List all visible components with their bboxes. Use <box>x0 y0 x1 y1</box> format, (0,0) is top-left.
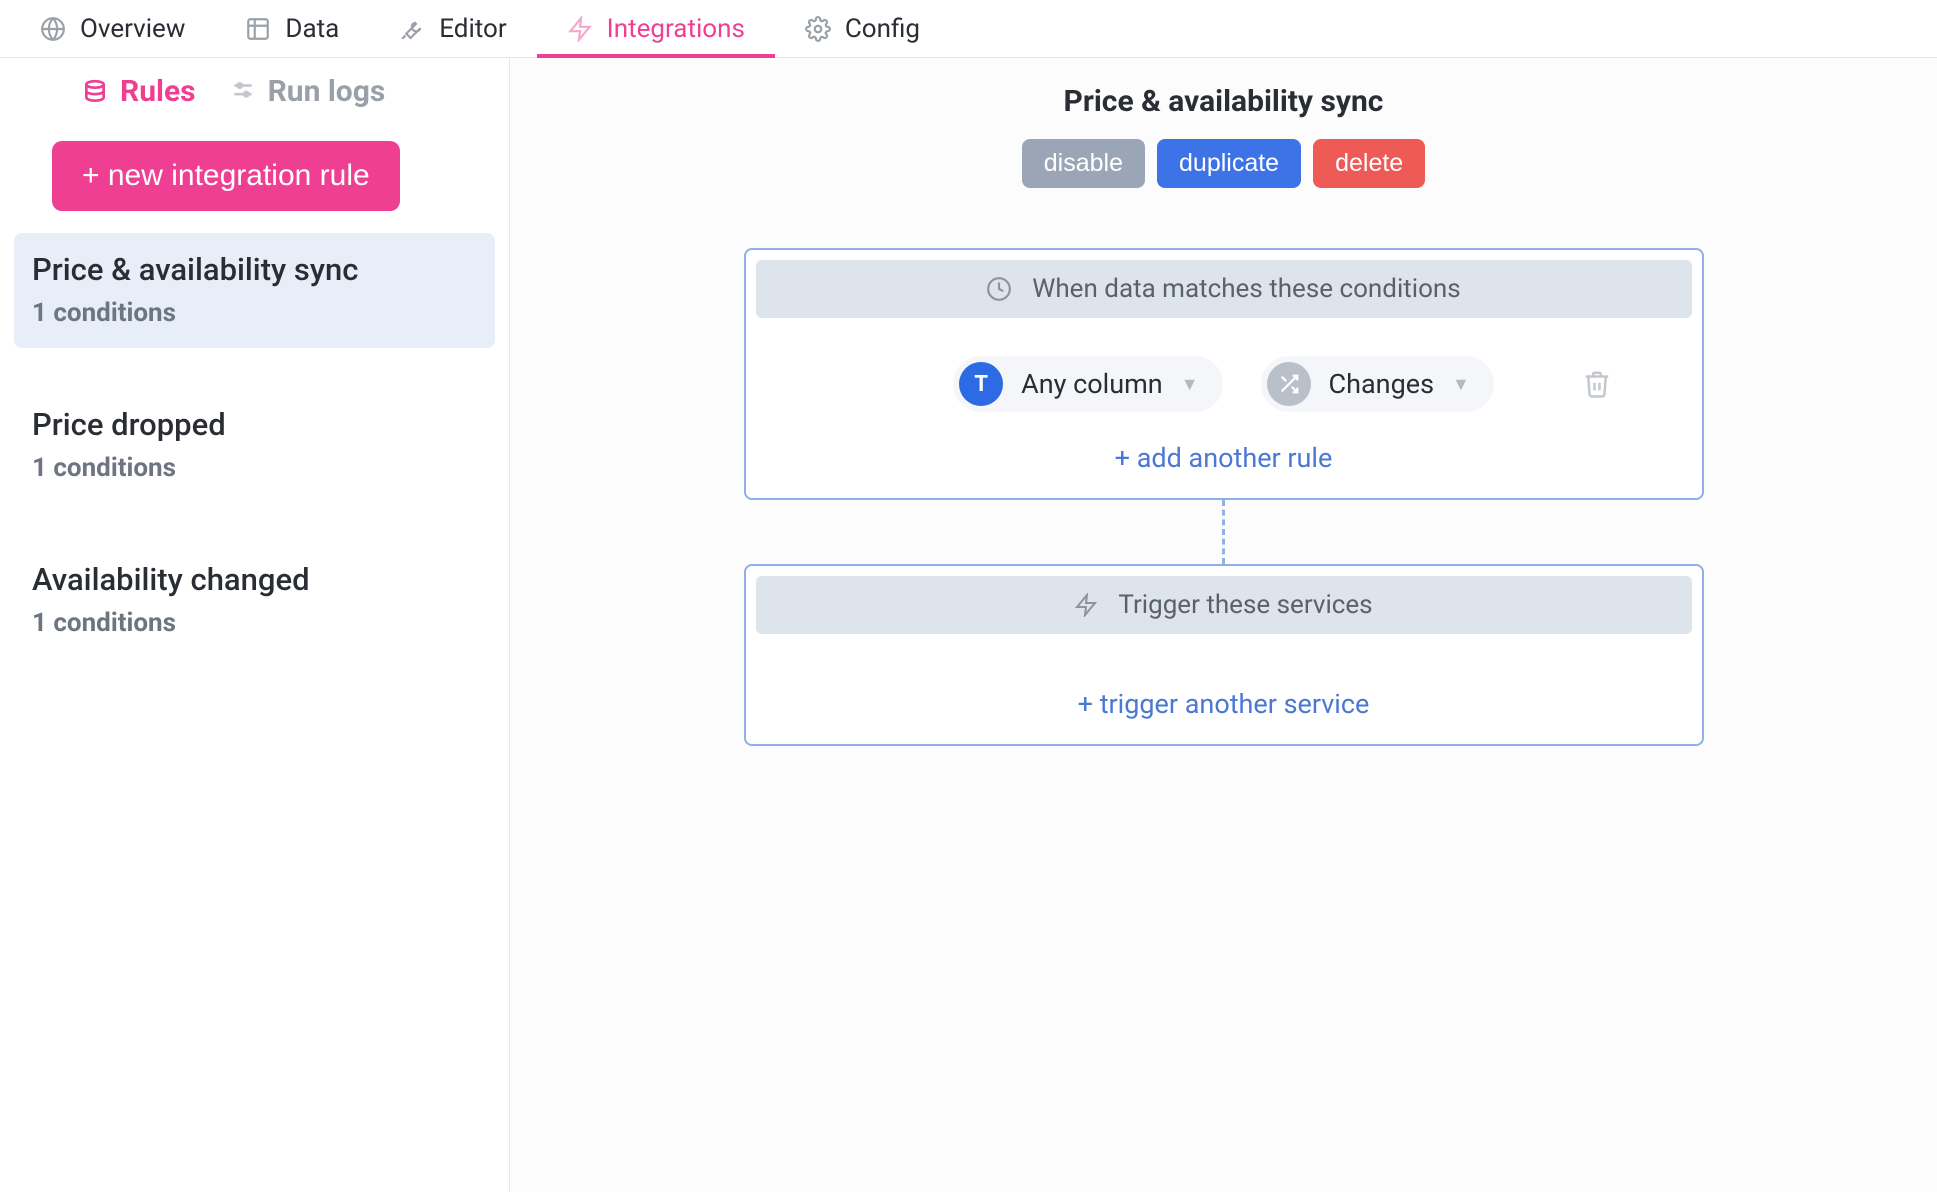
page-title: Price & availability sync <box>1064 84 1384 119</box>
condition-column-dropdown[interactable]: T Any column ▼ <box>953 356 1222 412</box>
delete-button[interactable]: delete <box>1313 139 1425 188</box>
shuffle-icon <box>1267 362 1311 406</box>
main-panel: Price & availability sync disable duplic… <box>510 58 1937 1192</box>
subtab-runlogs[interactable]: Run logs <box>230 74 386 109</box>
tools-icon <box>399 16 425 42</box>
triggers-header-text: Trigger these services <box>1118 590 1372 620</box>
conditions-header-text: When data matches these conditions <box>1032 274 1460 304</box>
add-another-rule-link[interactable]: + add another rule <box>756 442 1692 474</box>
new-integration-rule-button[interactable]: + new integration rule <box>52 141 400 211</box>
tab-label: Overview <box>80 14 185 44</box>
rule-item-subtitle: 1 conditions <box>32 608 477 638</box>
duplicate-button[interactable]: duplicate <box>1157 139 1301 188</box>
top-tab-bar: Overview Data Editor Integrations <box>0 0 1937 58</box>
card-connector <box>1222 500 1225 564</box>
tab-label: Integrations <box>607 14 745 44</box>
sidebar-subtabs: Rules Run logs <box>14 68 495 127</box>
conditions-header: When data matches these conditions <box>756 260 1692 318</box>
text-type-icon: T <box>959 362 1003 406</box>
rule-item-title: Availability changed <box>32 561 477 598</box>
condition-column-label: Any column <box>1021 368 1163 400</box>
rule-item-title: Price dropped <box>32 406 477 443</box>
rule-item-2[interactable]: Availability changed 1 conditions <box>14 543 495 658</box>
tab-integrations[interactable]: Integrations <box>537 0 775 57</box>
tab-editor[interactable]: Editor <box>369 0 536 57</box>
triggers-header: Trigger these services <box>756 576 1692 634</box>
chevron-down-icon: ▼ <box>1181 374 1199 395</box>
tab-label: Config <box>845 14 920 44</box>
clock-icon <box>986 276 1012 302</box>
tab-overview[interactable]: Overview <box>10 0 215 57</box>
conditions-card: When data matches these conditions T Any… <box>744 248 1704 500</box>
rule-item-title: Price & availability sync <box>32 251 477 288</box>
condition-row: T Any column ▼ Changes ▼ <box>756 356 1692 412</box>
database-icon <box>82 79 108 105</box>
tab-data[interactable]: Data <box>215 0 369 57</box>
header-actions: disable duplicate delete <box>1022 139 1425 188</box>
rule-item-1[interactable]: Price dropped 1 conditions <box>14 388 495 503</box>
subtab-label: Rules <box>120 74 196 109</box>
tab-label: Data <box>285 14 339 44</box>
subtab-rules[interactable]: Rules <box>82 74 196 109</box>
condition-operator-dropdown[interactable]: Changes ▼ <box>1261 356 1494 412</box>
trigger-another-service-link[interactable]: + trigger another service <box>756 688 1692 720</box>
globe-icon <box>40 16 66 42</box>
sliders-icon <box>230 79 256 105</box>
tab-config[interactable]: Config <box>775 0 950 57</box>
delete-condition-button[interactable] <box>1582 369 1612 399</box>
tab-label: Editor <box>439 14 506 44</box>
sidebar: Rules Run logs + new integration rule Pr… <box>0 58 510 1192</box>
gear-icon <box>805 16 831 42</box>
subtab-label: Run logs <box>268 74 386 109</box>
lightning-icon <box>567 16 593 42</box>
rule-item-0[interactable]: Price & availability sync 1 conditions <box>14 233 495 348</box>
condition-operator-label: Changes <box>1329 368 1434 400</box>
table-icon <box>245 16 271 42</box>
rule-item-subtitle: 1 conditions <box>32 298 477 328</box>
triggers-card: Trigger these services + trigger another… <box>744 564 1704 746</box>
disable-button[interactable]: disable <box>1022 139 1145 188</box>
rule-item-subtitle: 1 conditions <box>32 453 477 483</box>
lightning-icon <box>1074 593 1098 617</box>
chevron-down-icon: ▼ <box>1452 374 1470 395</box>
